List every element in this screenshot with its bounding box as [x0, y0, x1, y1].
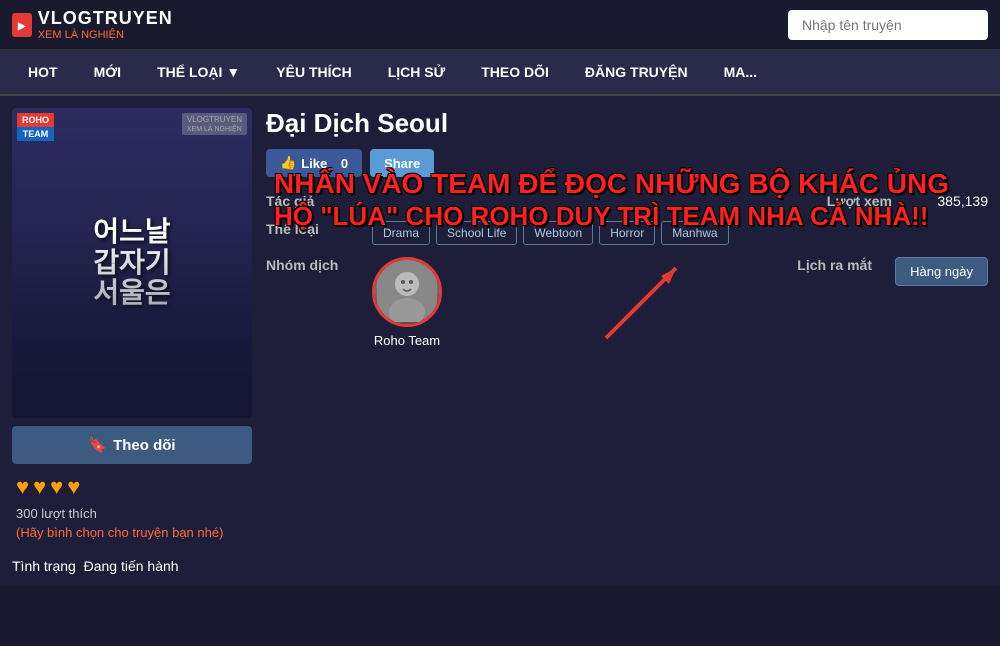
nav-hot[interactable]: HOT	[10, 50, 76, 94]
promo-line1: NHẤN VÀO TEAM ĐỂ ĐỌC NHỮNG BỘ KHÁC ỦNG	[274, 167, 980, 201]
translator-name[interactable]: Roho Team	[374, 333, 440, 348]
bookmark-icon: 🔖	[88, 436, 107, 454]
main-nav: HOT MỚI THỂ LOẠI ▼ YÊU THÍCH LỊCH SỬ THE…	[0, 50, 1000, 96]
main-content: 어느날갑자기서울은 VLOGTRUYENXEM LÀ NGHIỆN ROHO T…	[0, 96, 1000, 586]
nav-genre[interactable]: THỂ LOẠI ▼	[139, 50, 258, 94]
nav-upload[interactable]: ĐĂNG TRUYỆN	[567, 50, 706, 94]
manga-cover[interactable]: 어느날갑자기서울은 VLOGTRUYENXEM LÀ NGHIỆN ROHO T…	[12, 108, 252, 418]
avatar-image	[375, 260, 439, 324]
search-input[interactable]	[788, 10, 988, 40]
promo-line2: HỘ "LÚA" CHO ROHO DUY TRÌ TEAM NHA CẢ NH…	[274, 201, 980, 232]
chevron-down-icon: ▼	[226, 64, 240, 80]
heart-3[interactable]: ♥	[50, 474, 63, 500]
nav-more[interactable]: MA...	[706, 50, 775, 94]
nav-new[interactable]: MỚI	[76, 50, 140, 94]
rating-count: 300 lượt thích	[16, 506, 248, 521]
promo-overlay: NHẤN VÀO TEAM ĐỂ ĐỌC NHỮNG BỘ KHÁC ỦNG H…	[266, 163, 988, 236]
rating-vote[interactable]: (Hãy bình chọn cho truyện bạn nhé)	[16, 525, 248, 540]
right-panel: Đại Dịch Seoul 👍 Like 0 Share NHẤN VÀO T…	[266, 108, 988, 574]
site-name: VLOGTRUYEN	[38, 8, 173, 28]
translator-avatar[interactable]	[372, 257, 442, 327]
roho-badge: ROHO TEAM	[17, 113, 54, 141]
translator-schedule-row: Nhóm dịch	[266, 257, 988, 348]
header: ▶ VLOGTRUYEN XEM LÀ NGHIỆN	[0, 0, 1000, 50]
heart-2[interactable]: ♥	[33, 474, 46, 500]
follow-button[interactable]: 🔖 Theo dõi	[12, 426, 252, 464]
site-tagline: XEM LÀ NGHIỆN	[38, 29, 173, 41]
status-label: Tình trạng	[12, 558, 76, 574]
translator-area: Roho Team	[372, 257, 442, 348]
schedule-button[interactable]: Hàng ngày	[895, 257, 988, 286]
status-value: Đang tiến hành	[84, 558, 179, 574]
logo-icon: ▶	[12, 13, 32, 37]
translator-label: Nhóm dịch	[266, 257, 356, 273]
heart-1[interactable]: ♥	[16, 474, 29, 500]
logo-text-block: VLOGTRUYEN XEM LÀ NGHIỆN	[38, 8, 173, 41]
hearts-row: ♥ ♥ ♥ ♥	[16, 474, 248, 500]
nav-follow[interactable]: THEO DÕI	[463, 50, 567, 94]
cover-figures	[12, 232, 252, 418]
rating-area: ♥ ♥ ♥ ♥ 300 lượt thích (Hãy bình chọn ch…	[12, 464, 252, 550]
nav-favorites[interactable]: YÊU THÍCH	[258, 50, 369, 94]
heart-4[interactable]: ♥	[67, 474, 80, 500]
schedule-label: Lịch ra mắt	[782, 257, 872, 273]
watermark: VLOGTRUYENXEM LÀ NGHIỆN	[182, 113, 247, 135]
left-panel: 어느날갑자기서울은 VLOGTRUYENXEM LÀ NGHIỆN ROHO T…	[12, 108, 252, 574]
logo-area[interactable]: ▶ VLOGTRUYEN XEM LÀ NGHIỆN	[12, 8, 173, 41]
manga-title: Đại Dịch Seoul	[266, 108, 988, 139]
nav-history[interactable]: LỊCH SỬ	[370, 50, 464, 94]
cover-image: 어느날갑자기서울은 VLOGTRUYENXEM LÀ NGHIỆN ROHO T…	[12, 108, 252, 418]
status-row: Tình trạng Đang tiến hành	[12, 558, 252, 574]
